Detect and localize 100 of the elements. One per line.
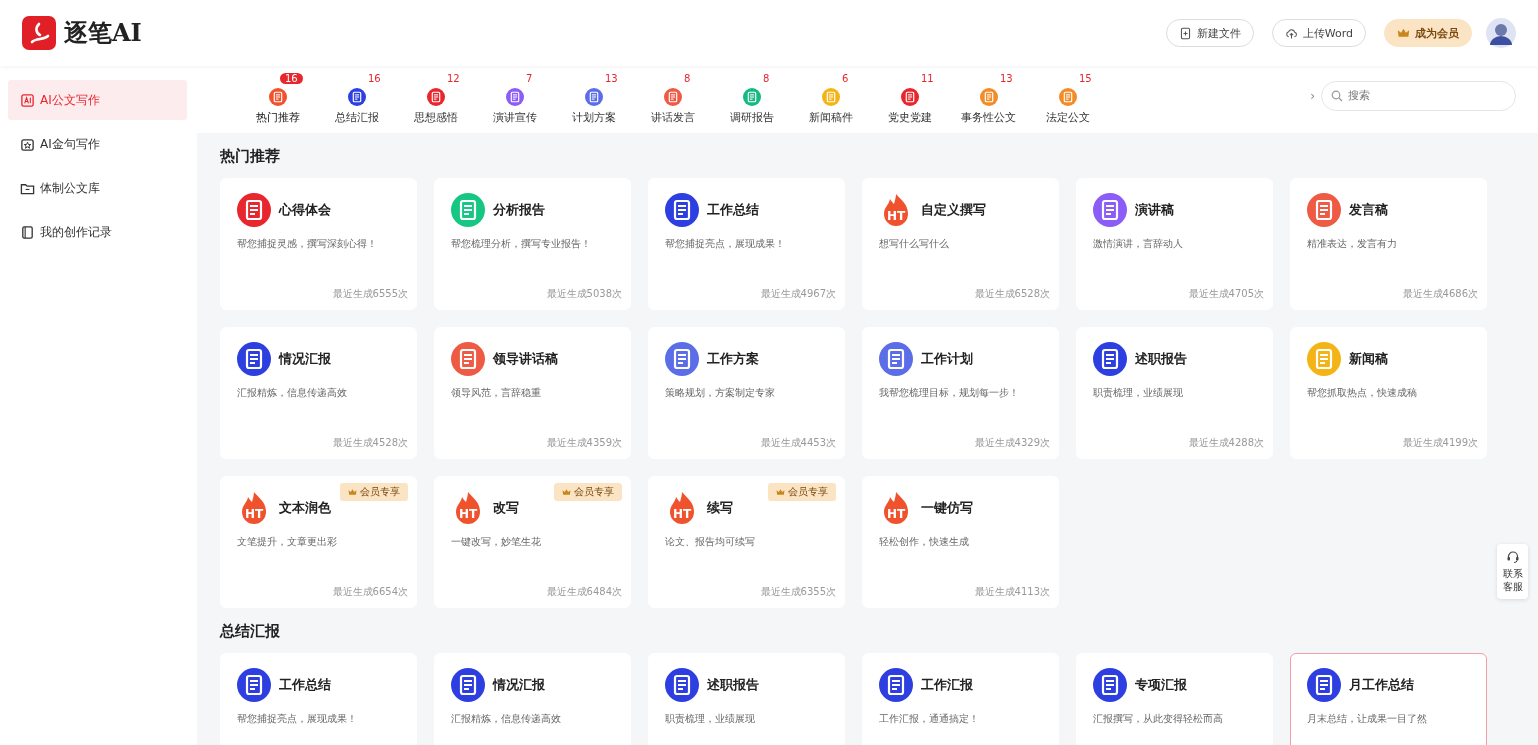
template-card[interactable]: 述职报告 职责梳理，业绩展现 最近生成4288次	[1076, 327, 1273, 459]
search-field[interactable]: 搜索	[1321, 80, 1516, 111]
star-card-icon	[20, 136, 35, 152]
card-description: 一键改写，妙笔生花	[451, 535, 542, 549]
card-description: 汇报精炼，信息传递高效	[237, 386, 348, 400]
count-badge: 16	[280, 73, 303, 84]
usage-count: 最近生成4288次	[1188, 436, 1264, 450]
member-tag: 会员专享	[554, 483, 622, 501]
member-tag: 会员专享	[340, 483, 408, 501]
usage-count: 最近生成4199次	[1402, 436, 1478, 450]
template-card[interactable]: 工作总结 帮您捕捉亮点，展现成果！	[220, 653, 417, 745]
section-title: 热门推荐	[220, 147, 281, 166]
card-title: 述职报告	[1135, 350, 1187, 368]
usage-count: 最近生成4686次	[1402, 287, 1478, 301]
usage-count: 最近生成4705次	[1188, 287, 1264, 301]
template-card[interactable]: 会员专享 HT 改写 一键改写，妙笔生花 最近生成6484次	[434, 476, 631, 608]
sidebar-item[interactable]: AI公文写作	[8, 80, 187, 120]
card-title: 自定义撰写	[921, 201, 986, 219]
card-description: 轻松创作，快速生成	[879, 535, 970, 549]
template-card[interactable]: 会员专享 HT 文本润色 文笔提升，文章更出彩 最近生成6654次	[220, 476, 417, 608]
card-description: 汇报精炼，信息传递高效	[451, 712, 562, 726]
card-description: 职责梳理，业绩展现	[1093, 386, 1184, 400]
usage-count: 最近生成6555次	[332, 287, 408, 301]
category-tab[interactable]: 新闻稿件 6	[791, 73, 870, 125]
crown-icon	[348, 487, 357, 497]
template-card[interactable]: 专项汇报 汇报撰写，从此变得轻松而高	[1076, 653, 1273, 745]
card-description: 汇报撰写，从此变得轻松而高	[1093, 712, 1224, 726]
card-title: 文本润色	[279, 499, 331, 517]
template-card[interactable]: 新闻稿 帮您抓取热点，快速成稿 最近生成4199次	[1290, 327, 1487, 459]
template-card[interactable]: 情况汇报 汇报精炼，信息传递高效 最近生成4528次	[220, 327, 417, 459]
template-card[interactable]: 领导讲话稿 领导风范，言辞稳重 最近生成4359次	[434, 327, 631, 459]
template-card[interactable]: 工作总结 帮您捕捉亮点，展现成果！ 最近生成4967次	[648, 178, 845, 310]
count-label: 16	[367, 73, 382, 84]
template-card[interactable]: 工作方案 策略规划，方案制定专家 最近生成4453次	[648, 327, 845, 459]
card-title: 专项汇报	[1135, 676, 1187, 694]
usage-count: 最近生成4113次	[974, 585, 1050, 599]
count-label: 8	[683, 73, 692, 84]
category-tab[interactable]: 演讲宣传 7	[475, 73, 554, 125]
usage-count: 最近生成4528次	[332, 436, 408, 450]
category-tab[interactable]: 党史党建 11	[870, 73, 949, 125]
card-description: 帮您捕捉亮点，展现成果！	[665, 237, 786, 251]
logo-icon	[22, 16, 56, 50]
card-description: 月末总结，让成果一目了然	[1307, 712, 1428, 726]
template-card[interactable]: 工作计划 我帮您梳理目标，规划每一步！ 最近生成4329次	[862, 327, 1059, 459]
icon-label: HT	[886, 507, 906, 521]
upload-button[interactable]: 上传Word	[1271, 19, 1366, 47]
usage-count: 最近生成5038次	[546, 287, 622, 301]
avatar-icon[interactable]	[1486, 18, 1516, 48]
icon-label: HT	[244, 507, 264, 521]
card-description: 我帮您梳理目标，规划每一步！	[879, 386, 1020, 400]
card-title: 新闻稿	[1349, 350, 1388, 368]
card-title: 工作计划	[921, 350, 973, 368]
template-card[interactable]: 情况汇报 汇报精炼，信息传递高效	[434, 653, 631, 745]
sidebar-item[interactable]: AI金句写作	[8, 124, 187, 164]
crown-icon	[562, 487, 571, 497]
category-tab[interactable]: 事务性公文 13	[949, 73, 1028, 125]
card-title: 分析报告	[493, 201, 545, 219]
template-card[interactable]: HT 一键仿写 轻松创作，快速生成 最近生成4113次	[862, 476, 1059, 608]
category-tab[interactable]: 调研报告 8	[712, 73, 791, 125]
template-card[interactable]: 述职报告 职责梳理，业绩展现	[648, 653, 845, 745]
category-tab[interactable]: 思想感悟 12	[396, 73, 475, 125]
category-tab[interactable]: 计划方案 13	[554, 73, 633, 125]
card-title: 演讲稿	[1135, 201, 1174, 219]
category-tab[interactable]: 讲话发言 8	[633, 73, 712, 125]
usage-count: 最近生成4967次	[760, 287, 836, 301]
card-description: 激情演讲，言辞动人	[1093, 237, 1184, 251]
chevron-icon[interactable]: ›	[1310, 88, 1315, 103]
support-button[interactable]: 联系客服	[1497, 544, 1528, 599]
membership-button[interactable]: 成为会员	[1384, 19, 1472, 47]
count-label: 7	[525, 73, 534, 84]
card-description: 帮您捕捉灵感，撰写深刻心得！	[237, 237, 378, 251]
headset-icon	[1505, 550, 1520, 564]
card-title: 月工作总结	[1349, 676, 1414, 694]
template-card[interactable]: 月工作总结 月末总结，让成果一目了然	[1290, 653, 1487, 745]
card-description: 帮您梳理分析，撰写专业报告！	[451, 237, 592, 251]
template-card[interactable]: 演讲稿 激情演讲，言辞动人 最近生成4705次	[1076, 178, 1273, 310]
sidebar-item[interactable]: 体制公文库	[8, 168, 187, 208]
category-tab[interactable]: 总结汇报 16	[317, 73, 396, 125]
card-title: 工作总结	[279, 676, 331, 694]
template-card[interactable]: 分析报告 帮您梳理分析，撰写专业报告！ 最近生成5038次	[434, 178, 631, 310]
card-description: 帮您抓取热点，快速成稿	[1307, 386, 1418, 400]
template-card[interactable]: 会员专享 HT 续写 论文、报告均可续写 最近生成6355次	[648, 476, 845, 608]
template-card[interactable]: 心得体会 帮您捕捉灵感，撰写深刻心得！ 最近生成6555次	[220, 178, 417, 310]
usage-count: 最近生成6528次	[974, 287, 1050, 301]
card-description: 精准表达，发言有力	[1307, 237, 1398, 251]
template-card[interactable]: 发言稿 精准表达，发言有力 最近生成4686次	[1290, 178, 1487, 310]
count-label: 8	[762, 73, 771, 84]
support-label: 联系客服	[1502, 567, 1523, 593]
section-title: 总结汇报	[220, 622, 281, 641]
count-label: 12	[446, 73, 461, 84]
sidebar-item[interactable]: 我的创作记录	[8, 212, 187, 252]
template-card[interactable]: HT 自定义撰写 想写什么写什么 最近生成6528次	[862, 178, 1059, 310]
category-tab[interactable]: 法定公文 15	[1028, 73, 1107, 125]
template-card[interactable]: 工作汇报 工作汇报，通通搞定！	[862, 653, 1059, 745]
book-icon	[20, 224, 35, 240]
new-file-button[interactable]: 新建文件	[1165, 19, 1254, 47]
category-tab[interactable]: 热门推荐 16	[238, 73, 317, 125]
icon-label: HT	[672, 507, 692, 521]
card-description: 职责梳理，业绩展现	[665, 712, 756, 726]
count-label: 11	[920, 73, 935, 84]
